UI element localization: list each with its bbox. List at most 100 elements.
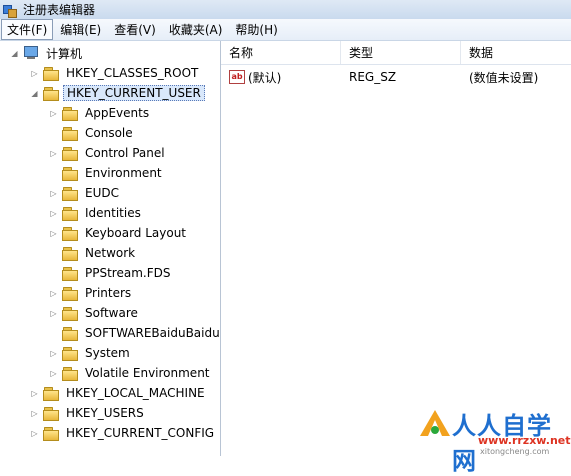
watermark-subtitle: xitongcheng.com xyxy=(480,447,550,456)
tree-item-volatile-environment[interactable]: ▷ Volatile Environment xyxy=(49,363,213,383)
folder-icon xyxy=(62,186,78,201)
computer-icon xyxy=(23,46,39,60)
value-type: REG_SZ xyxy=(349,70,397,84)
value-data: (数值未设置) xyxy=(469,70,539,85)
collapse-arrow-icon[interactable]: ◢ xyxy=(30,89,39,98)
expand-arrow-icon[interactable]: ▷ xyxy=(49,209,58,218)
tree-item-hkcc[interactable]: ▷ HKEY_CURRENT_CONFIG xyxy=(30,423,217,443)
title-bar: 注册表编辑器 xyxy=(0,0,571,19)
expand-arrow-icon[interactable]: ▷ xyxy=(49,309,58,318)
collapse-arrow-icon[interactable]: ◢ xyxy=(10,49,19,58)
expand-arrow-icon[interactable]: ▷ xyxy=(49,189,58,198)
folder-icon xyxy=(62,226,78,241)
expand-arrow-icon[interactable]: ▷ xyxy=(49,289,58,298)
folder-icon xyxy=(62,286,78,301)
watermark-url: www.rrzxw.net xyxy=(478,434,571,447)
tree-label: HKEY_CURRENT_CONFIG xyxy=(66,426,215,440)
tree-item-software-baidu[interactable]: SOFTWAREBaiduBaidu xyxy=(49,323,220,343)
folder-icon xyxy=(62,206,78,221)
tree-item-ppstream[interactable]: PPStream.FDS xyxy=(49,263,173,283)
tree-item-keyboard-layout[interactable]: ▷ Keyboard Layout xyxy=(49,223,189,243)
folder-icon xyxy=(62,166,78,181)
folder-icon xyxy=(62,266,78,281)
tree-label: EUDC xyxy=(85,186,119,200)
folder-icon xyxy=(43,406,59,421)
folder-icon xyxy=(62,106,78,121)
tree-item-control-panel[interactable]: ▷ Control Panel xyxy=(49,143,168,163)
menu-edit[interactable]: 编辑(E) xyxy=(54,19,107,40)
tree-label: SOFTWAREBaiduBaidu xyxy=(85,326,220,340)
tree-label: Software xyxy=(85,306,138,320)
tree-label: Console xyxy=(85,126,133,140)
tree-item-computer[interactable]: ◢ 计算机 xyxy=(10,43,85,63)
tree-label: HKEY_CLASSES_ROOT xyxy=(66,66,199,80)
menu-bar: 文件(F) 编辑(E) 查看(V) 收藏夹(A) 帮助(H) xyxy=(0,19,571,41)
tree-label: HKEY_CURRENT_USER xyxy=(63,85,205,101)
tree-item-eudc[interactable]: ▷ EUDC xyxy=(49,183,122,203)
tree-item-identities[interactable]: ▷ Identities xyxy=(49,203,144,223)
folder-icon xyxy=(43,386,59,401)
expand-arrow-icon[interactable]: ▷ xyxy=(49,149,58,158)
values-list: 名称 类型 数据 ab (默认) REG_SZ (数值未设置) xyxy=(221,41,571,456)
tree-item-software[interactable]: ▷ Software xyxy=(49,303,141,323)
tree-label: Identities xyxy=(85,206,141,220)
menu-view[interactable]: 查看(V) xyxy=(108,19,162,40)
tree-item-hklm[interactable]: ▷ HKEY_LOCAL_MACHINE xyxy=(30,383,208,403)
tree-label: HKEY_USERS xyxy=(66,406,144,420)
tree-label: Environment xyxy=(85,166,162,180)
value-name-cell: ab (默认) xyxy=(221,69,341,86)
list-header: 名称 类型 数据 xyxy=(221,41,571,65)
tree-label: System xyxy=(85,346,130,360)
expand-arrow-icon[interactable]: ▷ xyxy=(30,389,39,398)
tree-label: Volatile Environment xyxy=(85,366,210,380)
watermark-logo-icon xyxy=(420,410,450,436)
tree-label: AppEvents xyxy=(85,106,150,120)
expand-arrow-icon[interactable]: ▷ xyxy=(49,369,58,378)
tree-item-appevents[interactable]: ▷ AppEvents xyxy=(49,103,152,123)
menu-favorites[interactable]: 收藏夹(A) xyxy=(163,19,229,40)
expand-arrow-icon[interactable]: ▷ xyxy=(30,429,39,438)
expand-arrow-icon[interactable]: ▷ xyxy=(30,409,39,418)
folder-icon xyxy=(62,346,78,361)
site-watermark: 人人自学网 www.rrzxw.net xitongcheng.com xyxy=(418,404,571,475)
menu-help[interactable]: 帮助(H) xyxy=(229,19,283,40)
string-value-icon: ab xyxy=(229,70,245,84)
column-header-type[interactable]: 类型 xyxy=(341,41,461,64)
folder-icon xyxy=(62,366,78,381)
tree-item-system[interactable]: ▷ System xyxy=(49,343,133,363)
registry-tree: ◢ 计算机 ▷ HKEY_CLASSES_ROOT ◢ HKEY_CURRENT… xyxy=(0,41,221,456)
expand-arrow-icon[interactable]: ▷ xyxy=(49,229,58,238)
folder-icon xyxy=(43,426,59,441)
folder-icon xyxy=(62,326,78,341)
value-row[interactable]: ab (默认) REG_SZ (数值未设置) xyxy=(221,67,571,87)
tree-label: Control Panel xyxy=(85,146,165,160)
expand-arrow-icon[interactable]: ▷ xyxy=(49,109,58,118)
column-header-name[interactable]: 名称 xyxy=(221,41,341,64)
tree-label: Keyboard Layout xyxy=(85,226,187,240)
column-header-data[interactable]: 数据 xyxy=(461,41,571,64)
tree-label: HKEY_LOCAL_MACHINE xyxy=(66,386,205,400)
folder-icon xyxy=(62,246,78,261)
folder-icon xyxy=(62,126,78,141)
folder-icon xyxy=(62,146,78,161)
tree-item-environment[interactable]: Environment xyxy=(49,163,165,183)
tree-item-hkcu[interactable]: ◢ HKEY_CURRENT_USER xyxy=(30,83,205,103)
folder-icon xyxy=(62,306,78,321)
tree-label: 计算机 xyxy=(46,46,83,61)
expand-arrow-icon[interactable]: ▷ xyxy=(49,349,58,358)
folder-icon xyxy=(43,66,59,81)
tree-label: PPStream.FDS xyxy=(85,266,171,280)
tree-item-printers[interactable]: ▷ Printers xyxy=(49,283,134,303)
tree-item-console[interactable]: Console xyxy=(49,123,136,143)
window-title: 注册表编辑器 xyxy=(23,3,96,17)
tree-label: Printers xyxy=(85,286,132,300)
value-name: (默认) xyxy=(248,70,282,85)
regedit-icon xyxy=(3,3,17,18)
tree-item-hkcr[interactable]: ▷ HKEY_CLASSES_ROOT xyxy=(30,63,201,83)
tree-item-hku[interactable]: ▷ HKEY_USERS xyxy=(30,403,147,423)
tree-item-network[interactable]: Network xyxy=(49,243,138,263)
menu-file[interactable]: 文件(F) xyxy=(1,19,54,40)
expand-arrow-icon[interactable]: ▷ xyxy=(30,69,39,78)
tree-label: Network xyxy=(85,246,136,260)
folder-open-icon xyxy=(43,86,59,101)
